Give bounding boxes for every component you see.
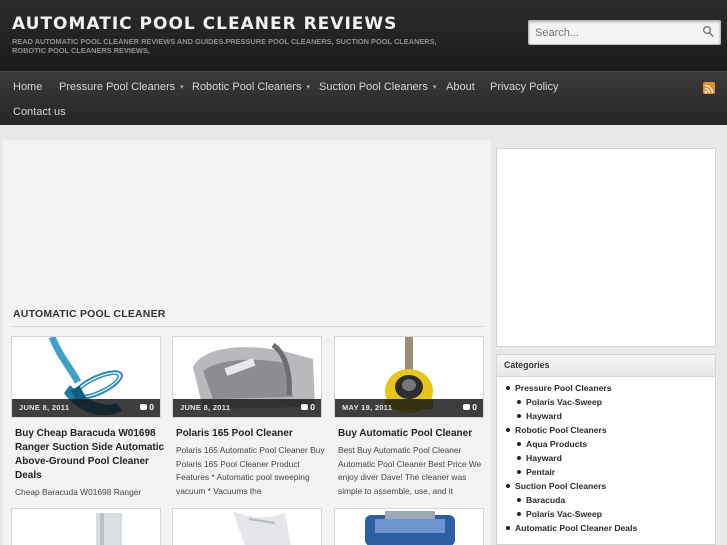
search-icon[interactable] [702,25,714,39]
divider [11,326,484,327]
category-item-automatic-pool-cleaner-deals[interactable]: Automatic Pool Cleaner Deals [505,523,637,533]
nav-robotic-pool-cleaners[interactable]: Robotic Pool Cleaners ▾ [192,81,310,93]
post-excerpt: Polaris 165 Automatic Pool Cleaner Buy P… [176,445,325,496]
post-date: JUNE 8, 2011 [180,403,231,412]
nav-contact-us[interactable]: Contact us [13,106,66,118]
post-excerpt: Cheap Baracuda W01698 Ranger [15,487,142,497]
post-meta: JUNE 8, 2011 0 [173,399,321,417]
sidebar-ad-space [496,148,716,347]
categories-heading: Categories [504,360,550,370]
post-date: JUNE 8, 2011 [19,403,70,412]
pool-cleaner-image [12,509,160,545]
comment-count-value: 0 [149,402,154,412]
category-item-hayward[interactable]: Hayward [517,453,562,463]
nav-robotic-label: Robotic Pool Cleaners [192,81,302,93]
rss-icon[interactable] [703,82,715,94]
chevron-down-icon: ▾ [306,84,310,91]
nav-home[interactable]: Home [13,81,42,93]
nav-privacy-policy[interactable]: Privacy Policy [490,81,558,93]
nav-pressure-pool-cleaners[interactable]: Pressure Pool Cleaners ▾ [59,81,184,93]
post-title[interactable]: Buy Automatic Pool Cleaner [338,427,488,441]
categories-header: Categories [497,355,715,377]
post-thumbnail[interactable]: JUNE 8, 2011 0 [11,336,161,418]
nav-pressure-label: Pressure Pool Cleaners [59,81,176,93]
section-title: AUTOMATIC POOL CLEANER [13,308,166,320]
category-item-hayward[interactable]: Hayward [517,411,562,421]
post-thumbnail[interactable] [334,508,484,545]
category-item-polaris-vac-sweep[interactable]: Polaris Vac-Sweep [517,397,602,407]
comment-count[interactable]: 0 [463,402,477,412]
categories-widget: Categories Pressure Pool Cleaners Polari… [496,354,716,545]
post-thumbnail[interactable]: JUNE 8, 2011 0 [172,336,322,418]
chevron-down-icon: ▾ [432,84,437,91]
site-header: AUTOMATIC POOL CLEANER REVIEWS READ AUTO… [0,0,727,71]
post-meta: MAY 19, 2011 0 [335,399,483,417]
category-item-robotic-pool-cleaners[interactable]: Robotic Pool Cleaners [506,425,607,435]
post-thumbnail[interactable]: MAY 19, 2011 0 [334,336,484,418]
comment-icon [140,404,148,410]
search-input[interactable] [529,21,694,44]
nav-privacy-label: Privacy Policy [490,81,559,93]
nav-about[interactable]: About [446,81,475,93]
post-date: MAY 19, 2011 [342,403,393,412]
category-item-pentair[interactable]: Pentair [516,467,555,477]
chevron-down-icon: ▾ [180,84,184,91]
pool-cleaner-image [335,509,483,545]
pool-cleaner-image [173,509,321,545]
post-thumbnail[interactable] [172,508,322,545]
category-item-baracuda[interactable]: Baracuda [516,495,565,505]
search-box [528,20,721,45]
nav-home-label: Home [13,81,43,93]
site-description: READ AUTOMATIC POOL CLEANER REVIEWS AND … [12,37,437,55]
post-thumbnail[interactable] [11,508,161,545]
comment-icon [301,404,309,410]
category-item-aqua-products[interactable]: Aqua Products [516,439,587,449]
comment-count-value: 0 [472,402,477,412]
comment-count[interactable]: 0 [301,402,315,412]
nav-contact-label: Contact us [13,106,66,118]
post-meta: JUNE 8, 2011 0 [12,399,160,417]
post-title[interactable]: Buy Cheap Baracuda W01698 Ranger Suction… [15,427,165,483]
comment-icon [463,404,471,410]
nav-about-label: About [446,81,475,93]
nav-suction-pool-cleaners[interactable]: Suction Pool Cleaners ▾ [319,81,436,93]
category-item-polaris-vac-sweep[interactable]: Polaris Vac-Sweep [517,509,602,519]
comment-count[interactable]: 0 [140,402,154,412]
category-item-suction-pool-cleaners[interactable]: Suction Pool Cleaners [505,481,606,491]
category-item-pressure-pool-cleaners[interactable]: Pressure Pool Cleaners [506,383,612,393]
site-title[interactable]: AUTOMATIC POOL CLEANER REVIEWS [12,14,397,34]
post-excerpt: Best Buy Automatic Pool Cleaner Automati… [338,445,482,496]
comment-count-value: 0 [310,402,315,412]
nav-suction-label: Suction Pool Cleaners [319,81,428,93]
post-title[interactable]: Polaris 165 Pool Cleaner [176,427,326,441]
main-nav: Home Pressure Pool Cleaners ▾ Robotic Poo… [0,71,727,125]
